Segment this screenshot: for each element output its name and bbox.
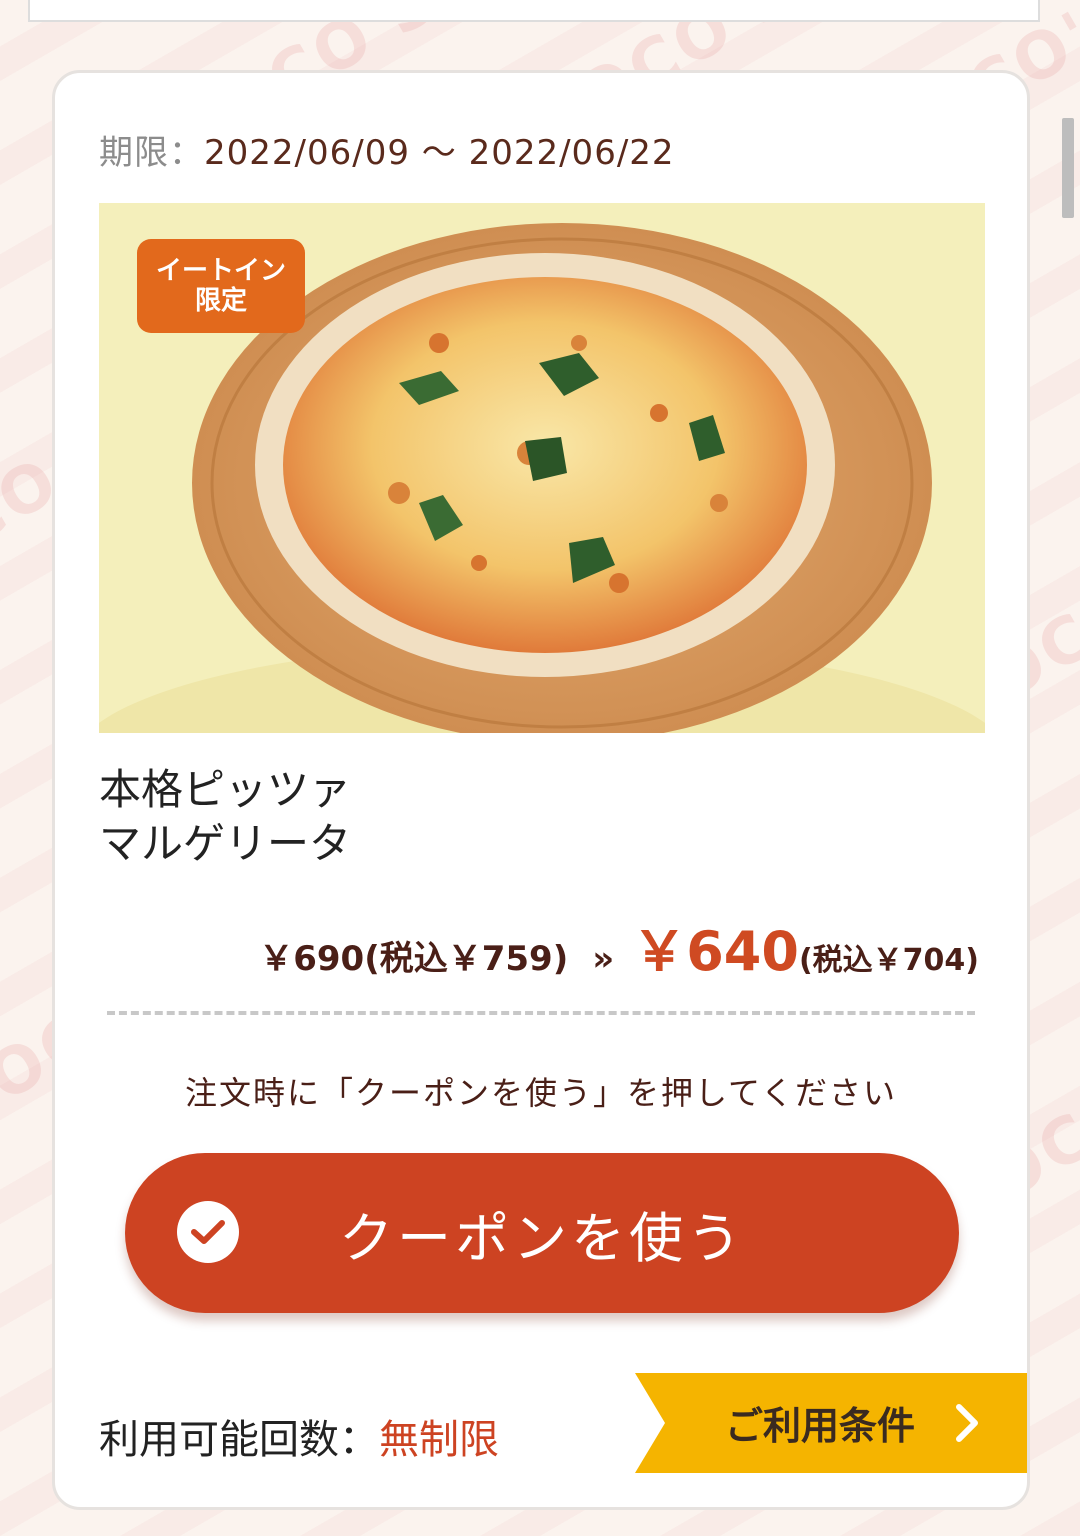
previous-card-edge (28, 0, 1040, 22)
period-label: 期限： (99, 133, 204, 173)
discount-price-tax: (税込￥704) (798, 943, 979, 978)
product-name: 本格ピッツァ マルゲリータ (99, 763, 351, 871)
check-icon (177, 1201, 239, 1263)
product-name-line2: マルゲリータ (99, 819, 352, 868)
usage-instruction: 注文時に「クーポンを使う」を押してください (184, 1074, 898, 1112)
discount-price: ￥640 (632, 920, 799, 983)
price-row: ￥690(税込￥759) » ￥640 (税込￥704) (259, 907, 979, 987)
validity-period: 期限：2022/06/09 〜 2022/06/22 (99, 125, 675, 174)
badge-line1: イートイン (155, 256, 286, 286)
terms-of-use-tab[interactable]: ご利用条件 (635, 1373, 1027, 1473)
product-photo: イートイン 限定 (99, 203, 985, 733)
coupon-card: 期限：2022/06/09 〜 2022/06/22 イートイン 限定 本格ピッ… (52, 70, 1030, 1510)
period-value: 2022/06/09 〜 2022/06/22 (204, 133, 675, 173)
usage-label: 利用可能回数： (99, 1417, 379, 1463)
usage-count: 利用可能回数：無制限 (99, 1407, 499, 1465)
dashed-divider (107, 1011, 975, 1015)
badge-line2: 限定 (194, 286, 247, 316)
eat-in-only-badge: イートイン 限定 (137, 239, 305, 333)
chevron-right-icon (947, 1401, 987, 1445)
use-coupon-button[interactable]: クーポンを使う (125, 1153, 959, 1313)
usage-value: 無制限 (379, 1417, 499, 1463)
use-coupon-label: クーポンを使う (339, 1206, 745, 1270)
scrollbar[interactable] (1062, 118, 1074, 218)
terms-label: ご利用条件 (725, 1404, 916, 1448)
original-price: ￥690(税込￥759) (259, 939, 569, 979)
double-chevron-icon: » (592, 939, 614, 979)
product-name-line1: 本格ピッツァ (99, 765, 352, 814)
